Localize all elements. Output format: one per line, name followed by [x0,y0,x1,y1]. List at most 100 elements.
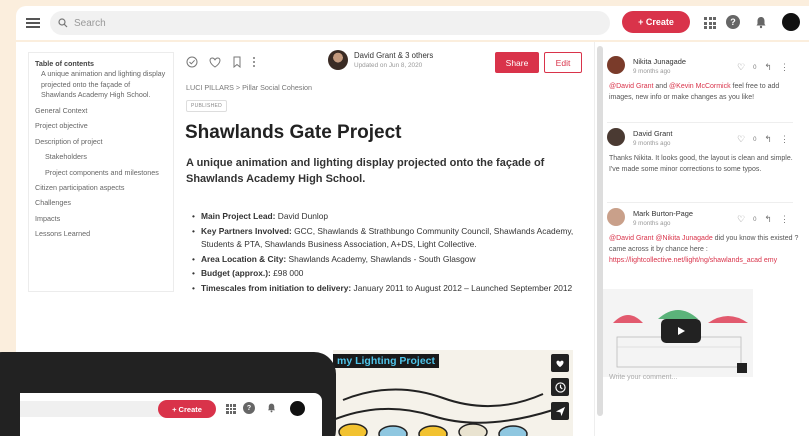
detail-value: David Dunlop [275,211,329,221]
toc-item-components[interactable]: Project components and milestones [35,168,167,178]
author-box: David Grant & 3 others Updated on Jun 8,… [328,50,433,70]
author-name[interactable]: David Grant & 3 others [354,51,433,60]
toc-item-project-objective[interactable]: Project objective [35,121,167,131]
toc-item-citizen-participation[interactable]: Citizen participation aspects [35,183,167,193]
search-placeholder: Search [74,17,106,29]
like-count: 0 [753,216,757,223]
avatar[interactable] [607,208,625,226]
comments-panel: Nikita Junagade 9 months ago ♡ 0 ↰ ⋮ @Dav… [594,42,809,436]
mention-link[interactable]: @Nikita Junagade [655,235,712,242]
play-icon [678,327,685,335]
search-input[interactable]: Search [50,11,610,35]
more-options-icon[interactable]: ⋮ [780,214,789,225]
page-title: Shawlands Gate Project [185,122,402,143]
more-options-icon[interactable]: ⋮ [780,62,789,73]
toc-item-challenges[interactable]: Challenges [35,198,167,208]
breadcrumb[interactable]: LUCI PILLARS > Pillar Social Cohesion [186,83,312,92]
like-icon[interactable]: ♡ [737,134,745,145]
detail-value: January 2011 to August 2012 – Launched S… [351,283,573,294]
comment-actions: ♡ 0 ↰ ⋮ [737,134,789,145]
toc-item-lessons-learned[interactable]: Lessons Learned [35,229,167,239]
embedded-video[interactable]: my Lighting Project [333,350,573,436]
bell-icon[interactable] [266,402,277,413]
list-item: Key Partners Involved: GCC, Shawlands & … [192,225,592,252]
url-link[interactable]: https://lightcollective.net/light/ng/sha… [609,257,777,264]
video-watch-later-button[interactable] [551,378,569,396]
comment-time: 9 months ago [633,140,671,147]
comment-author[interactable]: David Grant [633,129,672,138]
check-circle-icon[interactable] [186,56,198,68]
tablet-screen: + Create ? [20,393,322,436]
toc-item-intro[interactable]: A unique animation and lighting display … [35,69,167,100]
reply-icon[interactable]: ↰ [764,214,772,225]
like-icon[interactable]: ♡ [737,214,745,225]
comment-author[interactable]: Nikita Junagade [633,57,686,66]
edit-button[interactable]: Edit [544,52,582,73]
list-item: Budget (approx.): £98 000 [192,267,592,281]
toc-item-general-context[interactable]: General Context [35,106,167,116]
list-item: Main Project Lead: David Dunlop [192,210,592,224]
play-button[interactable] [661,319,701,343]
like-count: 0 [753,64,757,71]
project-details-list: Main Project Lead: David Dunlop Key Part… [192,210,592,297]
toc-title: Table of contents [35,59,94,68]
divider [607,122,793,123]
mention-link[interactable]: @David Grant [609,235,653,242]
comment-actions: ♡ 0 ↰ ⋮ [737,214,789,225]
help-icon[interactable]: ? [726,15,740,29]
bookmark-icon[interactable] [232,56,242,68]
comment-text: and [653,83,670,90]
apps-grid-icon[interactable] [226,404,236,414]
page-subtitle: A unique animation and lighting display … [186,157,545,185]
comment: Nikita Junagade 9 months ago ♡ 0 ↰ ⋮ @Dav… [607,56,803,116]
comment-time: 9 months ago [633,68,671,75]
avatar[interactable] [607,56,625,74]
comment-body: Thanks Nikita. It looks good, the layout… [609,155,793,173]
detail-label: Timescales from initiation to delivery: [201,283,352,294]
clock-icon [554,381,566,393]
create-button[interactable]: + Create [622,11,690,33]
user-avatar[interactable] [782,13,800,31]
divider [607,202,793,203]
avatar[interactable] [607,128,625,146]
toc-item-impacts[interactable]: Impacts [35,214,167,224]
detail-label: Main Project Lead: [201,211,276,221]
detail-label: Key Partners Involved: [201,225,292,236]
avatar[interactable] [290,401,305,416]
bell-icon[interactable] [754,15,768,29]
comment-time: 9 months ago [633,220,671,227]
send-icon [555,406,565,416]
comment-body: @David Grant @Nikita Junagade did you kn… [609,234,799,267]
heart-icon [556,360,564,367]
video-share-button[interactable] [551,402,569,420]
like-icon[interactable]: ♡ [737,62,745,73]
top-bar: Search + Create ? [16,6,809,40]
mention-link[interactable]: @Kevin McCormick [669,83,731,90]
share-button[interactable]: Share [495,52,539,73]
comment-author[interactable]: Mark Burton-Page [633,209,693,218]
reply-icon[interactable]: ↰ [764,62,772,73]
more-options-icon[interactable] [252,56,256,68]
tablet-create-button[interactable]: + Create [158,400,216,418]
comment-actions: ♡ 0 ↰ ⋮ [737,62,789,73]
comment: Mark Burton-Page 9 months ago ♡ 0 ↰ ⋮ @Da… [607,208,803,288]
comment-input[interactable]: Write your comment... [605,368,801,408]
detail-value: Shawlands Academy, Shawlands - South Gla… [286,253,476,264]
video-like-button[interactable] [551,354,569,372]
list-item: Area Location & City: Shawlands Academy,… [192,253,592,267]
reply-icon[interactable]: ↰ [764,134,772,145]
menu-icon[interactable] [26,18,40,28]
toc-item-stakeholders[interactable]: Stakeholders [35,152,167,162]
more-options-icon[interactable]: ⋮ [780,134,789,145]
detail-label: Budget (approx.): [201,268,271,279]
author-avatar[interactable] [328,50,348,70]
toc-item-description[interactable]: Description of project [35,137,167,147]
help-icon[interactable]: ? [243,402,255,414]
comment-body: @David Grant and @Kevin McCormick feel f… [609,82,799,104]
heart-icon[interactable] [208,56,222,68]
link-preview-thumbnail[interactable] [603,289,753,377]
doc-action-icons [186,56,256,68]
mention-link[interactable]: @David Grant [609,83,653,90]
tablet-search-input[interactable] [20,401,170,417]
apps-grid-icon[interactable] [704,17,716,29]
